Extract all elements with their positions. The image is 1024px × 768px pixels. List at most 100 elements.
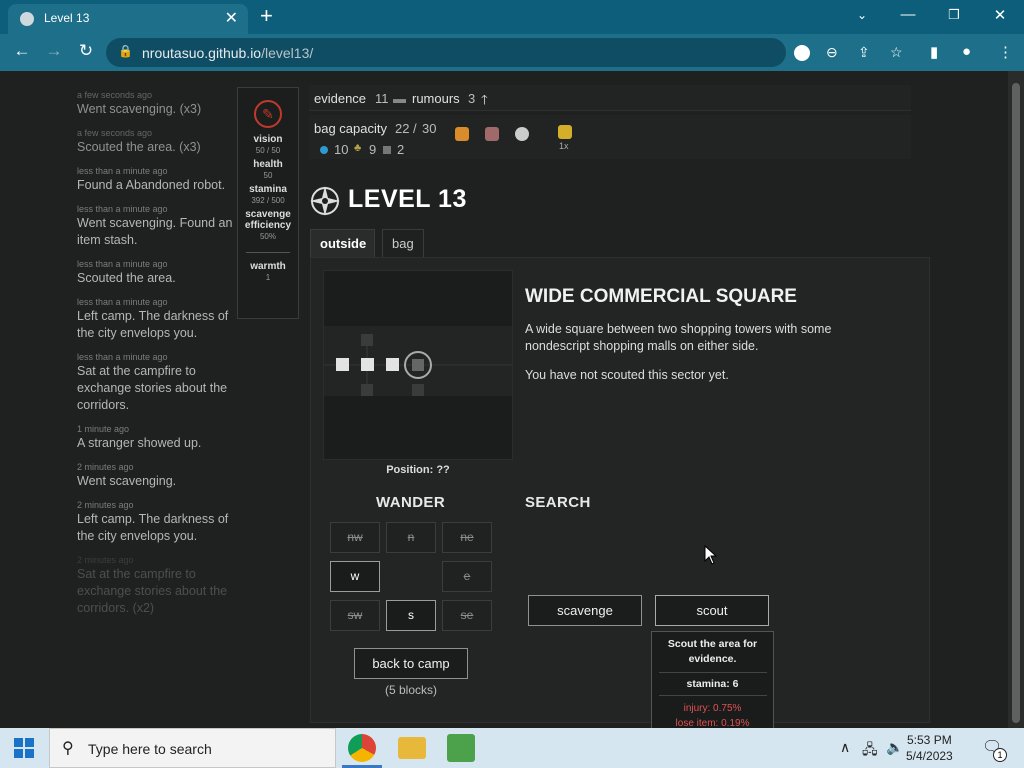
lock-icon: 🔒 bbox=[118, 44, 133, 58]
player-avatar-icon: ✎ bbox=[254, 100, 282, 128]
system-clock[interactable]: 5:53 PM 5/4/2023 bbox=[906, 732, 953, 764]
scout-button[interactable]: scout bbox=[655, 595, 769, 626]
log-entry: 2 minutes ago Went scavenging. bbox=[77, 462, 177, 488]
divider bbox=[658, 695, 767, 696]
lock-item-icon[interactable] bbox=[558, 125, 572, 139]
restore-icon[interactable]: ❐ bbox=[944, 7, 964, 23]
move-s-button[interactable]: s bbox=[386, 600, 436, 631]
page-scrollbar[interactable] bbox=[1008, 71, 1024, 728]
side-panel-icon[interactable]: ▮ bbox=[930, 43, 938, 61]
evidence-label: evidence bbox=[314, 91, 367, 106]
move-n-button[interactable]: n bbox=[386, 522, 436, 553]
health-value: 50 bbox=[263, 171, 273, 180]
log-entry: less than a minute ago Left camp. The dar… bbox=[77, 297, 229, 340]
google-icon[interactable] bbox=[794, 45, 810, 61]
tab-bag[interactable]: bag bbox=[382, 229, 424, 257]
clock-date: 5/4/2023 bbox=[906, 749, 953, 763]
bag-capacity-separator: / bbox=[413, 121, 417, 136]
move-ne-button[interactable]: ne bbox=[442, 522, 492, 553]
url-text: nroutasuo.github.io/level13/ bbox=[142, 45, 314, 61]
minimize-icon[interactable]: — bbox=[898, 6, 918, 23]
reload-icon[interactable]: ↻ bbox=[76, 41, 96, 61]
search-placeholder: Type here to search bbox=[88, 741, 212, 757]
tab-close-icon[interactable]: ✕ bbox=[225, 8, 238, 28]
move-e-button[interactable]: e bbox=[442, 561, 492, 592]
zoom-icon[interactable]: ⊖ bbox=[826, 44, 838, 61]
log-entry: a few seconds ago Scouted the area. (x3) bbox=[77, 128, 201, 154]
volume-icon[interactable]: 🔈 bbox=[886, 739, 903, 756]
map-item-icon[interactable] bbox=[455, 127, 469, 141]
scrollbar-thumb[interactable] bbox=[1012, 83, 1020, 723]
browser-tab[interactable]: Level 13 ✕ bbox=[8, 4, 248, 34]
search-heading: SEARCH bbox=[525, 494, 591, 511]
back-icon[interactable]: ← bbox=[12, 41, 32, 61]
map-canvas bbox=[324, 326, 512, 396]
food-icon: ♣ bbox=[354, 142, 362, 154]
scavenge-efficiency-value: 50% bbox=[259, 232, 276, 241]
new-tab-icon[interactable]: + bbox=[260, 3, 273, 29]
wander-heading: WANDER bbox=[376, 494, 446, 511]
browser-tab-strip: Level 13 ✕ + ⌄ — ❐ ✕ bbox=[0, 0, 1024, 34]
mouse-cursor-icon bbox=[704, 545, 718, 565]
file-explorer-icon[interactable] bbox=[398, 737, 426, 759]
tooltip-injury-risk: injury: 0.75% bbox=[683, 703, 742, 714]
health-label: health bbox=[253, 159, 283, 170]
scout-tooltip: Scout the area for evidence. stamina: 6 … bbox=[651, 631, 774, 728]
back-to-camp-button[interactable]: back to camp bbox=[354, 648, 468, 679]
forward-icon[interactable]: → bbox=[44, 41, 64, 61]
vision-value: 50 / 50 bbox=[255, 146, 281, 155]
sector-map[interactable] bbox=[323, 270, 513, 460]
stamina-value: 392 / 500 bbox=[251, 196, 285, 205]
warmth-value: 1 bbox=[265, 273, 271, 282]
notepad-app-icon[interactable] bbox=[447, 734, 475, 762]
bookmark-star-icon[interactable]: ☆ bbox=[890, 44, 903, 61]
divider bbox=[246, 252, 290, 253]
windows-start-icon[interactable] bbox=[14, 738, 34, 758]
log-entry: less than a minute ago Sat at the campfir… bbox=[77, 352, 228, 412]
move-sw-button[interactable]: sw bbox=[330, 600, 380, 631]
compass-icon bbox=[310, 186, 340, 216]
scavenge-button[interactable]: scavenge bbox=[528, 595, 642, 626]
profile-icon[interactable]: ● bbox=[962, 43, 971, 60]
log-entry: 2 minutes ago Sat at the campfire to exch… bbox=[77, 555, 228, 615]
window-close-icon[interactable]: ✕ bbox=[990, 6, 1010, 24]
address-bar[interactable]: 🔒 nroutasuo.github.io/level13/ ⊖ ⇪ ☆ bbox=[106, 38, 903, 67]
evidence-value: 11 bbox=[375, 91, 389, 106]
food-value: 9 bbox=[369, 142, 377, 157]
network-icon[interactable]: 🖧 bbox=[862, 739, 878, 763]
bag-row: bag capacity 22 / 30 1x 10 ♣ 9 2 bbox=[309, 115, 911, 159]
share-icon[interactable]: ⇪ bbox=[858, 44, 870, 61]
menu-icon[interactable]: ⋮ bbox=[998, 43, 1013, 61]
warmth-label: warmth bbox=[250, 261, 286, 272]
log-entry: less than a minute ago Scouted the area. bbox=[77, 259, 176, 285]
tab-outside[interactable]: outside bbox=[310, 229, 375, 257]
tray-chevron-icon[interactable]: ∧ bbox=[840, 739, 850, 756]
water-icon bbox=[320, 146, 328, 154]
bag-capacity-label: bag capacity bbox=[314, 121, 387, 136]
move-w-button[interactable]: w bbox=[330, 561, 380, 592]
scout-status: You have not scouted this sector yet. bbox=[525, 368, 729, 382]
player-stats-panel: ✎ vision 50 / 50 health 50 stamina 392 /… bbox=[237, 87, 299, 319]
position-label: Position: ?? bbox=[386, 464, 450, 476]
sector-description: A wide square between two shopping tower… bbox=[525, 322, 832, 353]
clock-time: 5:53 PM bbox=[907, 733, 952, 747]
outside-panel: Position: ?? WIDE COMMERCIAL SQUARE A wi… bbox=[310, 257, 930, 728]
metal-icon bbox=[383, 146, 391, 154]
move-nw-button[interactable]: nw bbox=[330, 522, 380, 553]
level-title: LEVEL 13 bbox=[348, 185, 467, 213]
chrome-app-icon[interactable] bbox=[348, 734, 376, 762]
tab-search-icon[interactable]: ⌄ bbox=[852, 8, 872, 22]
rumours-value: 3 bbox=[468, 91, 476, 106]
scavenge-efficiency-label: scavenge efficiency bbox=[244, 209, 292, 231]
water-value: 10 bbox=[334, 142, 349, 157]
favicon-icon bbox=[20, 12, 34, 26]
game-page: a few seconds ago Went scavenging. (x3) a… bbox=[0, 71, 1008, 728]
move-se-button[interactable]: se bbox=[442, 600, 492, 631]
progress-row: evidence 11 ▬ rumours 3 🡑 bbox=[309, 85, 911, 111]
message-log: a few seconds ago Went scavenging. (x3) a… bbox=[77, 89, 242, 626]
sector-title: WIDE COMMERCIAL SQUARE bbox=[525, 286, 797, 307]
light-item-icon[interactable] bbox=[515, 127, 529, 141]
crafting-item-icon[interactable] bbox=[485, 127, 499, 141]
log-entry: a few seconds ago Went scavenging. (x3) bbox=[77, 90, 202, 116]
taskbar-search-box[interactable]: ⚲ Type here to search bbox=[49, 728, 336, 768]
